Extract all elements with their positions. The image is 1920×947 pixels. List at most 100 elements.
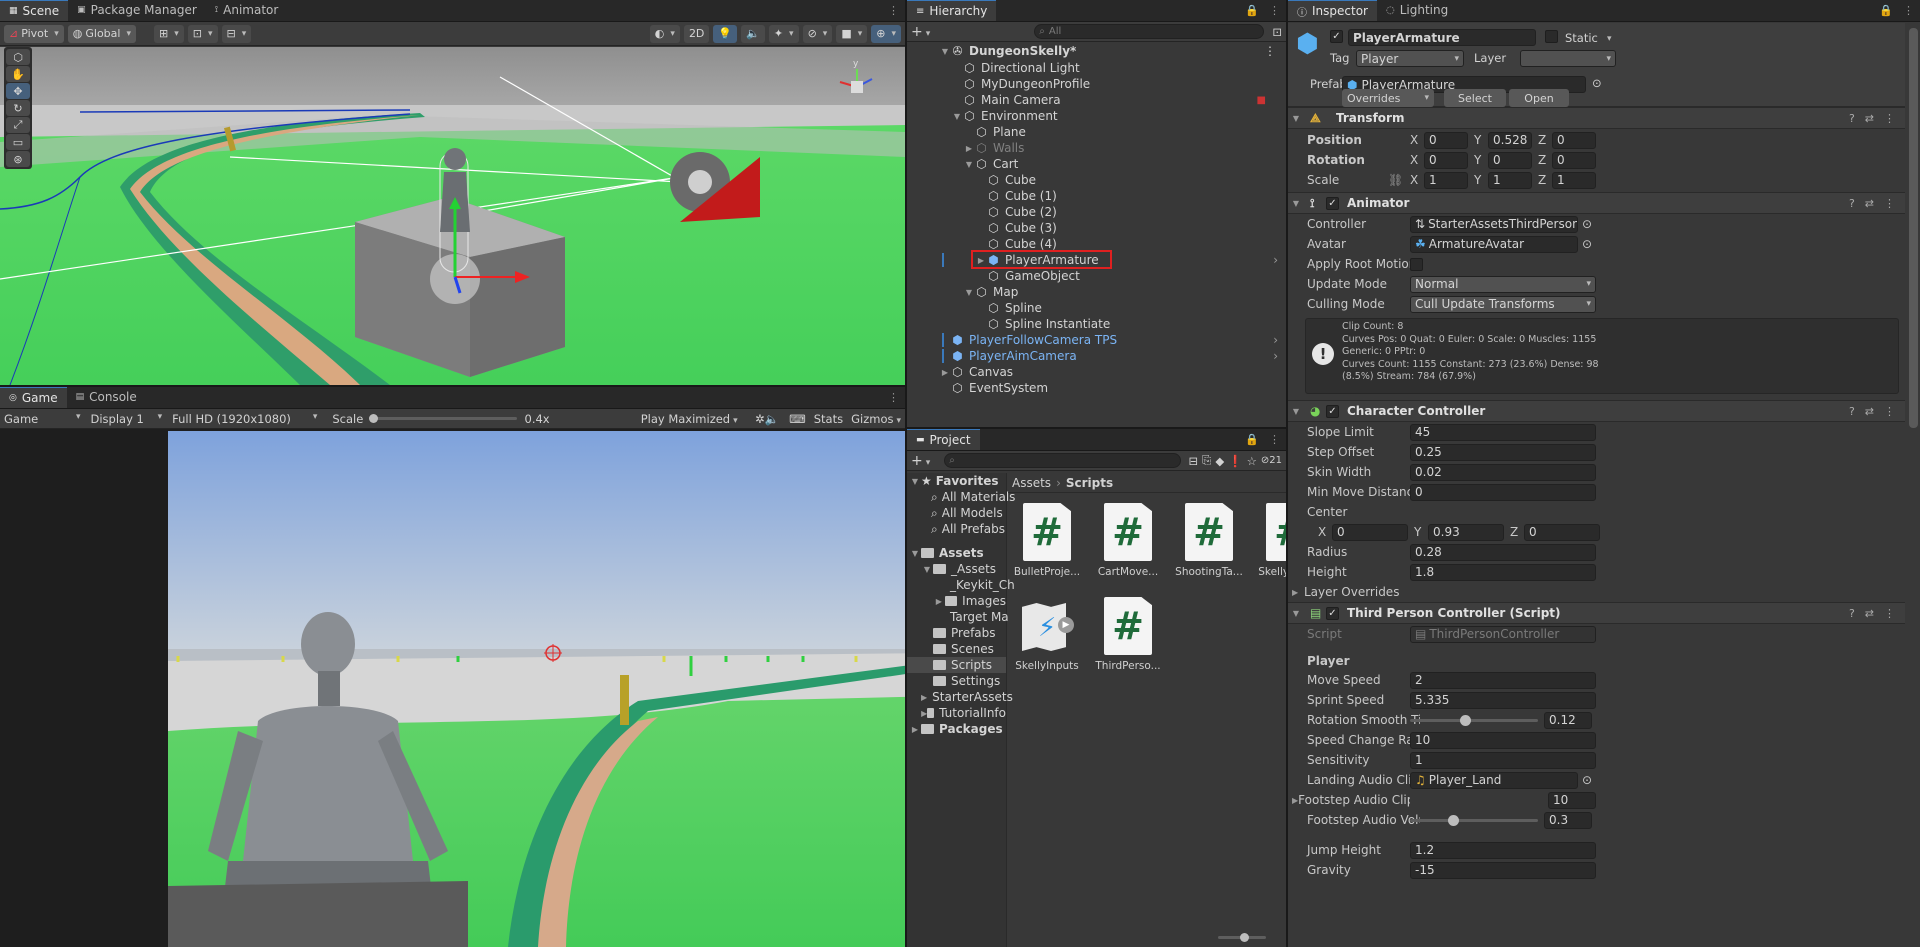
rect-tool-icon[interactable]: ▭ [6, 134, 30, 150]
transform-tool-icon[interactable]: ⊛ [6, 151, 30, 167]
list-item[interactable]: ▼ ⬡ Cart [907, 156, 1286, 172]
expand-arrow-icon[interactable]: ▼ [963, 288, 975, 297]
chevron-right-icon[interactable]: › [1273, 349, 1278, 363]
breadcrumb-scripts[interactable]: Scripts [1066, 476, 1113, 490]
animator-enabled-checkbox[interactable]: ✓ [1326, 196, 1339, 210]
list-item[interactable]: ⬡ Cube [907, 172, 1286, 188]
help-icon[interactable]: ? [1849, 405, 1855, 418]
gizmos-game-dropdown[interactable]: Gizmos [851, 412, 901, 426]
breadcrumb-assets[interactable]: Assets [1012, 476, 1051, 490]
camera-dropdown[interactable]: ■ [836, 24, 868, 43]
landing-audio-field[interactable]: ♫ Player_Land [1410, 771, 1578, 789]
expand-arrow-icon[interactable]: ▶ [963, 144, 975, 153]
hidden-packages-icon[interactable]: ⊘21 [1261, 455, 1282, 466]
list-item[interactable]: ▼ ⬡ Map [907, 284, 1286, 300]
grid-snap-button[interactable]: ⊞ [154, 24, 184, 43]
lock-icon[interactable]: 🔒 [1879, 4, 1893, 17]
move-tool-icon[interactable]: ✥ [6, 83, 30, 99]
animator-header[interactable]: ▼ ⟟ ✓ Animator ? ⇄ ⋮ [1288, 192, 1905, 214]
preset-icon[interactable]: ⇄ [1865, 197, 1874, 210]
expand-arrow-icon[interactable]: ▶ [1292, 588, 1304, 597]
list-item[interactable]: ⬡ EventSystem [907, 380, 1286, 396]
star-icon[interactable]: ☆ [1247, 454, 1257, 468]
tree-item[interactable]: ▼ _Assets [907, 561, 1006, 577]
lock-icon[interactable]: 🔒 [1245, 433, 1259, 446]
expand-arrow-icon[interactable]: ▼ [963, 160, 975, 169]
sensitivity-field[interactable]: 1 [1410, 751, 1596, 769]
list-item[interactable]: ⬡ GameObject [907, 268, 1286, 284]
tab-game[interactable]: ◎ Game [0, 387, 67, 408]
menu-dots-icon[interactable]: ⋮ [1264, 44, 1276, 58]
play-mode-dropdown[interactable]: Play Maximized [641, 412, 747, 426]
footstep-volume-knob[interactable] [1448, 814, 1460, 826]
preset-icon[interactable]: ⇄ [1865, 112, 1874, 125]
lock-icon[interactable]: 🔒 [1245, 4, 1259, 17]
tree-item[interactable]: ▶ StarterAssets [907, 689, 1013, 705]
tree-item[interactable]: ▶ TutorialInfo [907, 705, 1006, 721]
layer-dropdown[interactable] [1520, 50, 1616, 67]
hierarchy-search-input[interactable]: ⌕ All [1034, 24, 1265, 39]
speed-change-field[interactable]: 10 [1410, 731, 1596, 749]
character-controller-enabled-checkbox[interactable]: ✓ [1326, 404, 1339, 418]
project-search-input[interactable]: ⌕ [944, 453, 1181, 468]
warning-icon[interactable]: ❗ [1228, 454, 1242, 468]
tree-item[interactable]: ▶ Images [907, 593, 1006, 609]
hidden-objects-toggle[interactable]: ⊘ [802, 24, 833, 43]
menu-dots-icon[interactable]: ⋮ [1269, 4, 1280, 17]
skin-width-field[interactable]: 0.02 [1410, 463, 1596, 481]
footstep-volume-field[interactable]: 0.3 [1544, 811, 1592, 829]
scale-slider[interactable] [369, 414, 517, 423]
resolution-dropdown[interactable]: Full HD (1920x1080) [167, 412, 322, 426]
tree-item-favorites[interactable]: ▼ ★ Favorites [907, 473, 1006, 489]
jump-height-field[interactable]: 1.2 [1410, 841, 1596, 859]
static-dropdown-icon[interactable] [1604, 30, 1612, 44]
collapse-arrow-icon[interactable]: ▼ [1288, 407, 1304, 416]
rotation-smooth-knob[interactable] [1459, 714, 1471, 726]
footstep-volume-slider[interactable] [1410, 814, 1538, 826]
tab-project[interactable]: ▬ Project [907, 429, 980, 450]
expand-arrow-icon[interactable]: ▶ [933, 597, 945, 606]
draw-mode-dropdown[interactable]: ◐ [649, 24, 680, 43]
position-z-field[interactable]: 0 [1552, 131, 1596, 149]
min-move-field[interactable]: 0 [1410, 483, 1596, 501]
third-person-controller-header[interactable]: ▼ ▤ ✓ Third Person Controller (Script) ?… [1288, 602, 1905, 624]
list-item[interactable]: ⬡ Cube (3) [907, 220, 1286, 236]
list-item[interactable]: ⬡ Plane [907, 124, 1286, 140]
list-item[interactable]: ▶ ⬡ Walls [907, 140, 1286, 156]
lighting-toggle[interactable]: 💡 [713, 24, 738, 43]
layer-overrides-row[interactable]: ▶ Layer Overrides [1288, 582, 1905, 602]
menu-dots-icon[interactable]: ⋮ [1903, 4, 1914, 17]
step-offset-field[interactable]: 0.25 [1410, 443, 1596, 461]
global-dropdown[interactable]: ◍ Global [67, 24, 136, 43]
input-actions-asset[interactable]: ⚡ ▶ SkellyInputs [1012, 597, 1082, 672]
list-item[interactable]: ▼ ⬡ Environment [907, 108, 1286, 124]
script-asset[interactable]: # ThirdPerso... [1093, 597, 1163, 672]
link-icon[interactable]: ⛓ [1388, 173, 1410, 187]
icon-size-knob[interactable] [1240, 933, 1249, 942]
game-viewport[interactable] [168, 431, 905, 947]
stats-button[interactable]: Stats [814, 412, 843, 426]
effects-dropdown[interactable]: ✦ [768, 24, 799, 43]
controller-field[interactable]: ⇅ StarterAssetsThirdPerson [1410, 215, 1578, 233]
center-y-field[interactable]: 0.93 [1428, 523, 1504, 541]
rotation-smooth-field[interactable]: 0.12 [1544, 711, 1592, 729]
tab-scene[interactable]: ▦ Scene [0, 0, 69, 21]
menu-dots-icon[interactable]: ⋮ [1884, 607, 1895, 620]
object-name-input[interactable]: PlayerArmature [1348, 29, 1536, 46]
object-picker-icon[interactable]: ⊙ [1582, 237, 1592, 251]
select-button[interactable]: Select [1444, 89, 1506, 107]
tree-item-packages[interactable]: ▶ Packages [907, 721, 1006, 737]
scale-tool-icon[interactable]: ⤢ [6, 117, 30, 133]
center-x-field[interactable]: 0 [1332, 523, 1408, 541]
script-asset[interactable]: # CartMove... [1093, 503, 1163, 578]
help-icon[interactable]: ? [1849, 197, 1855, 210]
expand-arrow-icon[interactable]: ▶ [909, 725, 921, 734]
tab-inspector[interactable]: ⓘ Inspector [1288, 0, 1377, 21]
tag-dropdown[interactable]: Player [1356, 50, 1464, 67]
rotation-x-field[interactable]: 0 [1424, 151, 1468, 169]
tree-item-selected[interactable]: Scripts [907, 657, 1006, 673]
tree-item[interactable]: Prefabs [907, 625, 1006, 641]
tpc-enabled-checkbox[interactable]: ✓ [1326, 606, 1339, 620]
tree-item[interactable]: ⌕ All Prefabs [907, 521, 1006, 537]
expand-arrow-icon[interactable]: ▼ [909, 549, 921, 558]
